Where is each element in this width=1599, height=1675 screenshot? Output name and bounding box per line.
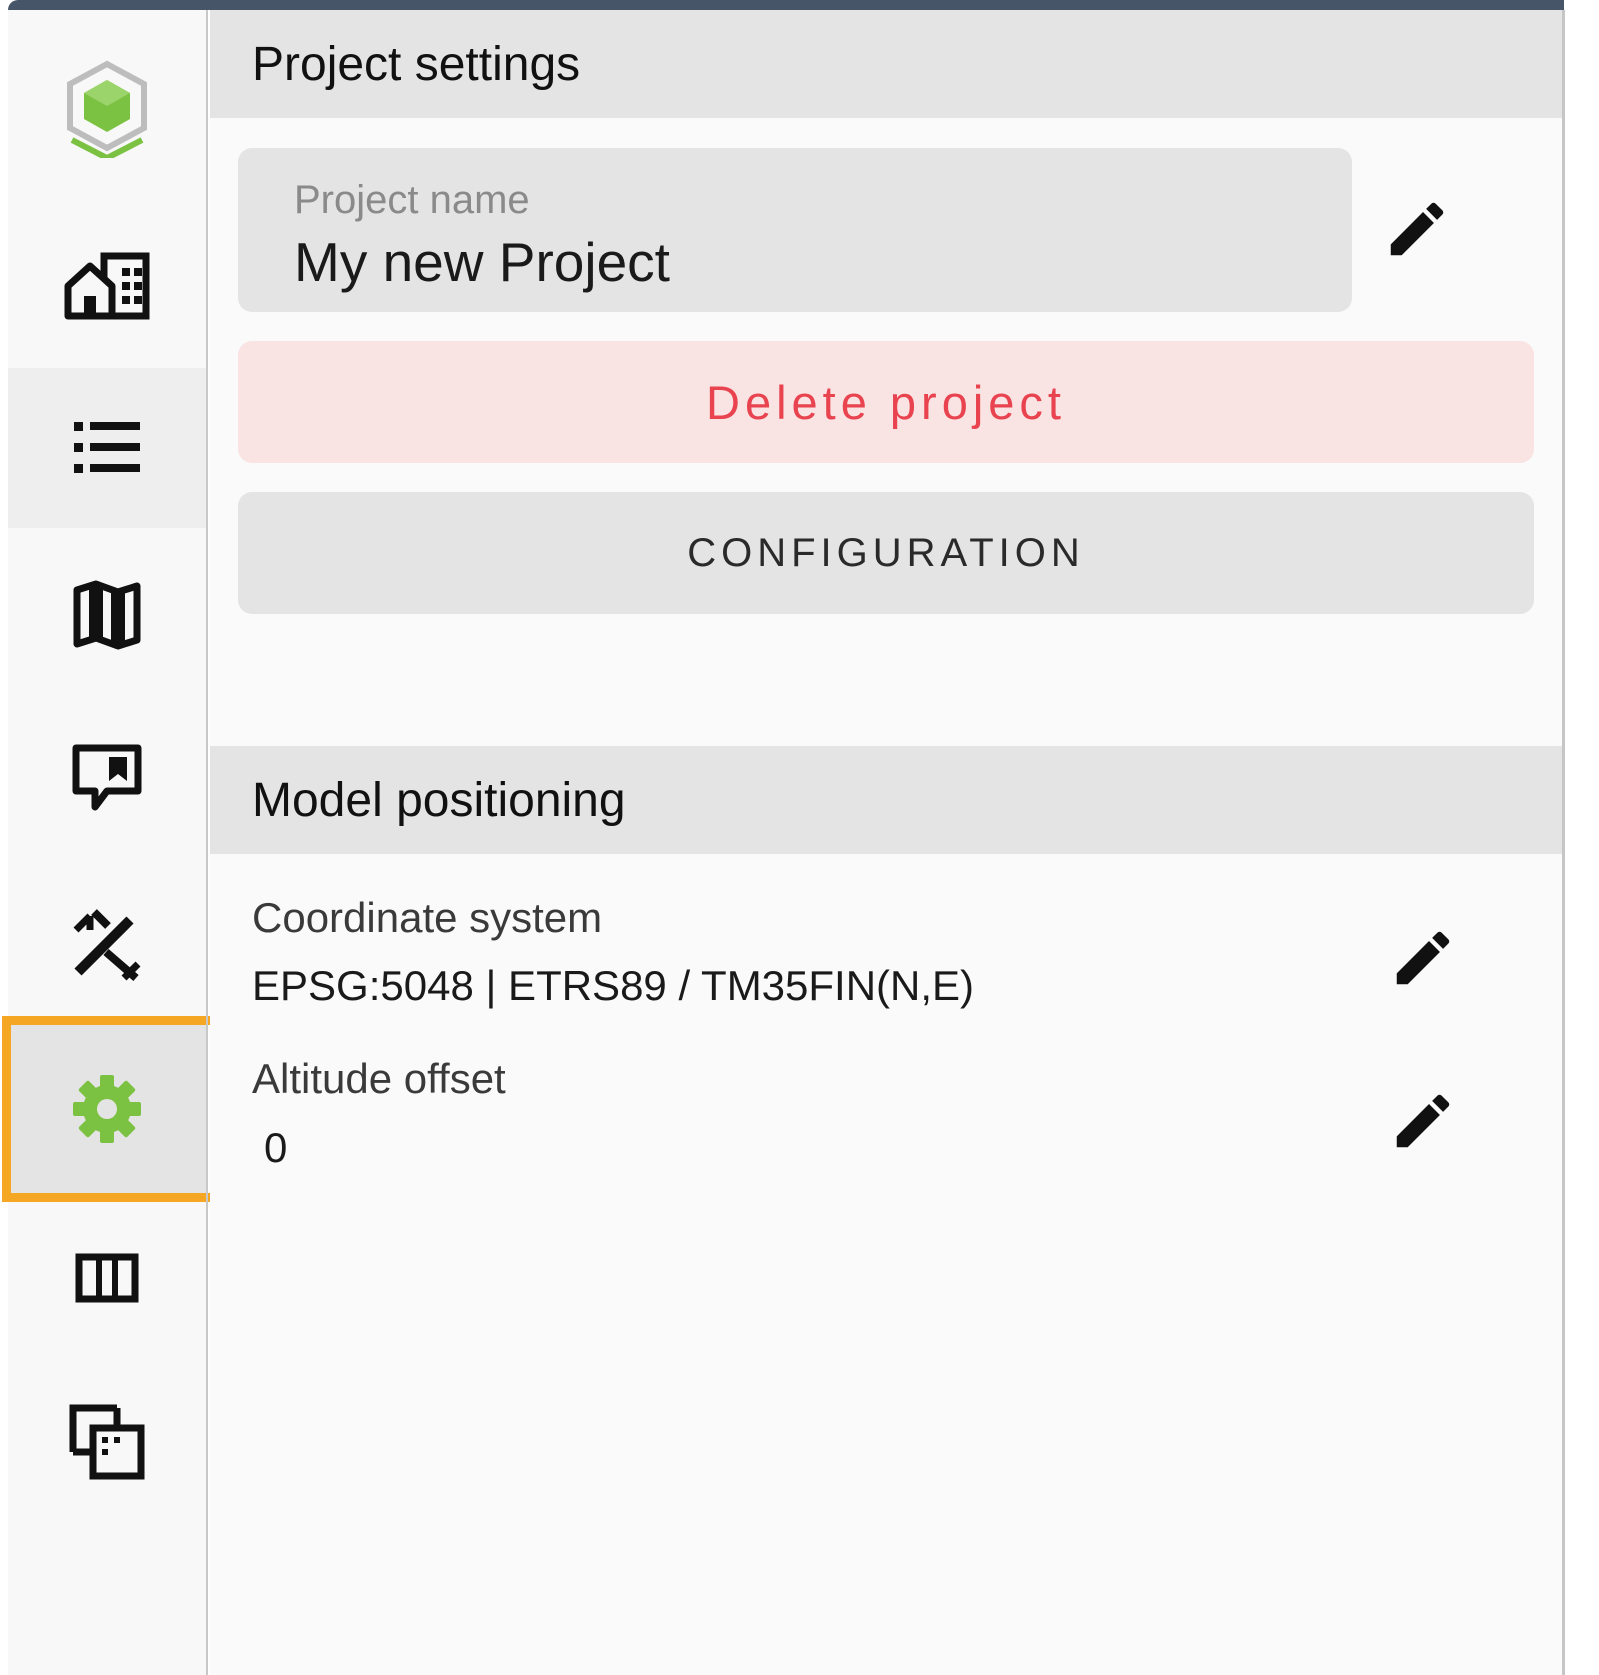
comment-flag-icon [71, 743, 143, 813]
altitude-offset-label: Altitude offset [252, 1055, 506, 1102]
measure-tools-icon [70, 908, 144, 982]
project-name-label: Project name [294, 178, 530, 222]
altitude-offset-value: 0 [264, 1124, 288, 1171]
logo-cube-icon [62, 58, 152, 158]
select-region-icon [69, 1404, 145, 1480]
sidebar-item-region[interactable] [8, 1362, 206, 1522]
project-name-value: My new Project [294, 231, 670, 293]
list-icon [72, 418, 142, 478]
coordinate-system-label: Coordinate system [252, 894, 603, 941]
settings-panel: Project settings Project name My new Pro… [210, 10, 1562, 1675]
sidebar-item-settings[interactable] [8, 1025, 206, 1193]
model-positioning-title: Model positioning [252, 773, 626, 827]
model-positioning-header: Model positioning [210, 746, 1562, 854]
pencil-icon [1388, 1086, 1458, 1161]
project-name-field[interactable]: Project name My new Project [238, 148, 1352, 312]
project-settings-title: Project settings [252, 37, 581, 91]
project-settings-header: Project settings [210, 10, 1562, 118]
sidebar-divider [206, 10, 208, 1675]
coordinate-system-value: EPSG:5048 | ETRS89 / TM35FIN(N,E) [252, 962, 975, 1009]
sidebar-item-columns[interactable] [8, 1198, 206, 1358]
panel-right-border [1562, 10, 1565, 1675]
top-bar [8, 0, 1564, 10]
edit-altitude-offset-button[interactable] [1378, 1078, 1468, 1168]
columns-icon [75, 1253, 139, 1303]
pencil-icon [1382, 194, 1452, 269]
sidebar-item-comments[interactable] [8, 698, 206, 858]
gear-icon [71, 1073, 143, 1145]
map-icon [72, 580, 142, 650]
edit-coordinate-system-button[interactable] [1378, 915, 1468, 1005]
configuration-button[interactable]: CONFIGURATION [238, 492, 1534, 614]
sidebar-item-buildings[interactable] [8, 205, 206, 365]
app-window: Project settings Project name My new Pro… [0, 0, 1599, 1675]
sidebar-item-tools[interactable] [8, 865, 206, 1025]
sidebar-item-home-logo[interactable] [8, 28, 206, 188]
sidebar-item-map[interactable] [8, 535, 206, 695]
buildings-icon [64, 250, 150, 320]
delete-project-button[interactable]: Delete project [238, 341, 1534, 463]
edit-project-name-button[interactable] [1372, 186, 1462, 276]
pencil-icon [1388, 923, 1458, 998]
sidebar-item-list[interactable] [8, 368, 206, 528]
